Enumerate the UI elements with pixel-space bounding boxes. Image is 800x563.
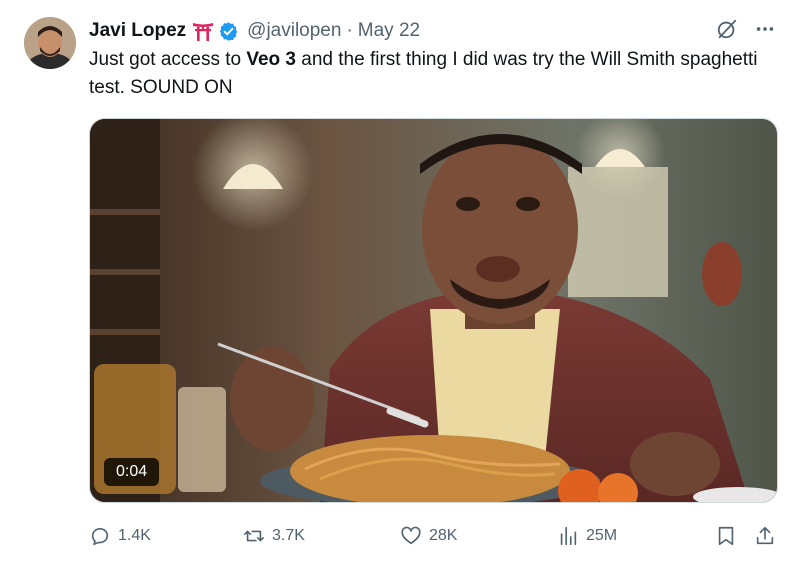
heart-icon bbox=[400, 525, 422, 547]
views-count: 25M bbox=[586, 527, 618, 544]
author-handle[interactable]: @javilopen bbox=[247, 20, 341, 42]
tweet-text: Just got access to Veo 3 and the first t… bbox=[89, 46, 769, 102]
tweet-top-actions bbox=[716, 18, 776, 45]
share-icon bbox=[754, 525, 776, 547]
tweet-text-bold: Veo 3 bbox=[246, 49, 297, 70]
views-button[interactable]: 25M bbox=[557, 521, 617, 551]
repost-count: 3.7K bbox=[272, 527, 305, 544]
verified-badge-icon[interactable] bbox=[218, 21, 239, 42]
reply-icon bbox=[89, 525, 111, 547]
video-duration-badge: 0:04 bbox=[104, 458, 160, 486]
reply-count: 1.4K bbox=[118, 527, 151, 544]
avatar-image bbox=[24, 17, 76, 69]
tweet-action-bar: 1.4K 3.7K 28K 25M bbox=[89, 521, 778, 551]
tweet-header: Javi Lopez @javilopen · May 22 bbox=[89, 18, 420, 44]
bookmark-icon bbox=[715, 525, 737, 547]
bookmark-button[interactable] bbox=[715, 521, 737, 551]
torii-gate-emoji-icon bbox=[192, 20, 214, 42]
like-count: 28K bbox=[429, 527, 458, 544]
share-button[interactable] bbox=[754, 521, 776, 551]
views-chart-icon bbox=[557, 525, 579, 547]
grok-icon[interactable] bbox=[716, 18, 738, 45]
header-separator: · bbox=[346, 20, 353, 41]
video-frame-image bbox=[90, 119, 777, 502]
tweet-video[interactable]: 0:04 bbox=[89, 118, 778, 503]
more-options-icon[interactable] bbox=[754, 18, 776, 45]
tweet-date[interactable]: May 22 bbox=[358, 20, 420, 42]
author-avatar[interactable] bbox=[24, 17, 76, 69]
repost-button[interactable]: 3.7K bbox=[243, 521, 305, 551]
repost-icon bbox=[243, 525, 265, 547]
like-button[interactable]: 28K bbox=[400, 521, 457, 551]
author-name[interactable]: Javi Lopez bbox=[89, 20, 186, 42]
reply-button[interactable]: 1.4K bbox=[89, 521, 151, 551]
tweet-text-part-1: Just got access to bbox=[89, 49, 247, 70]
